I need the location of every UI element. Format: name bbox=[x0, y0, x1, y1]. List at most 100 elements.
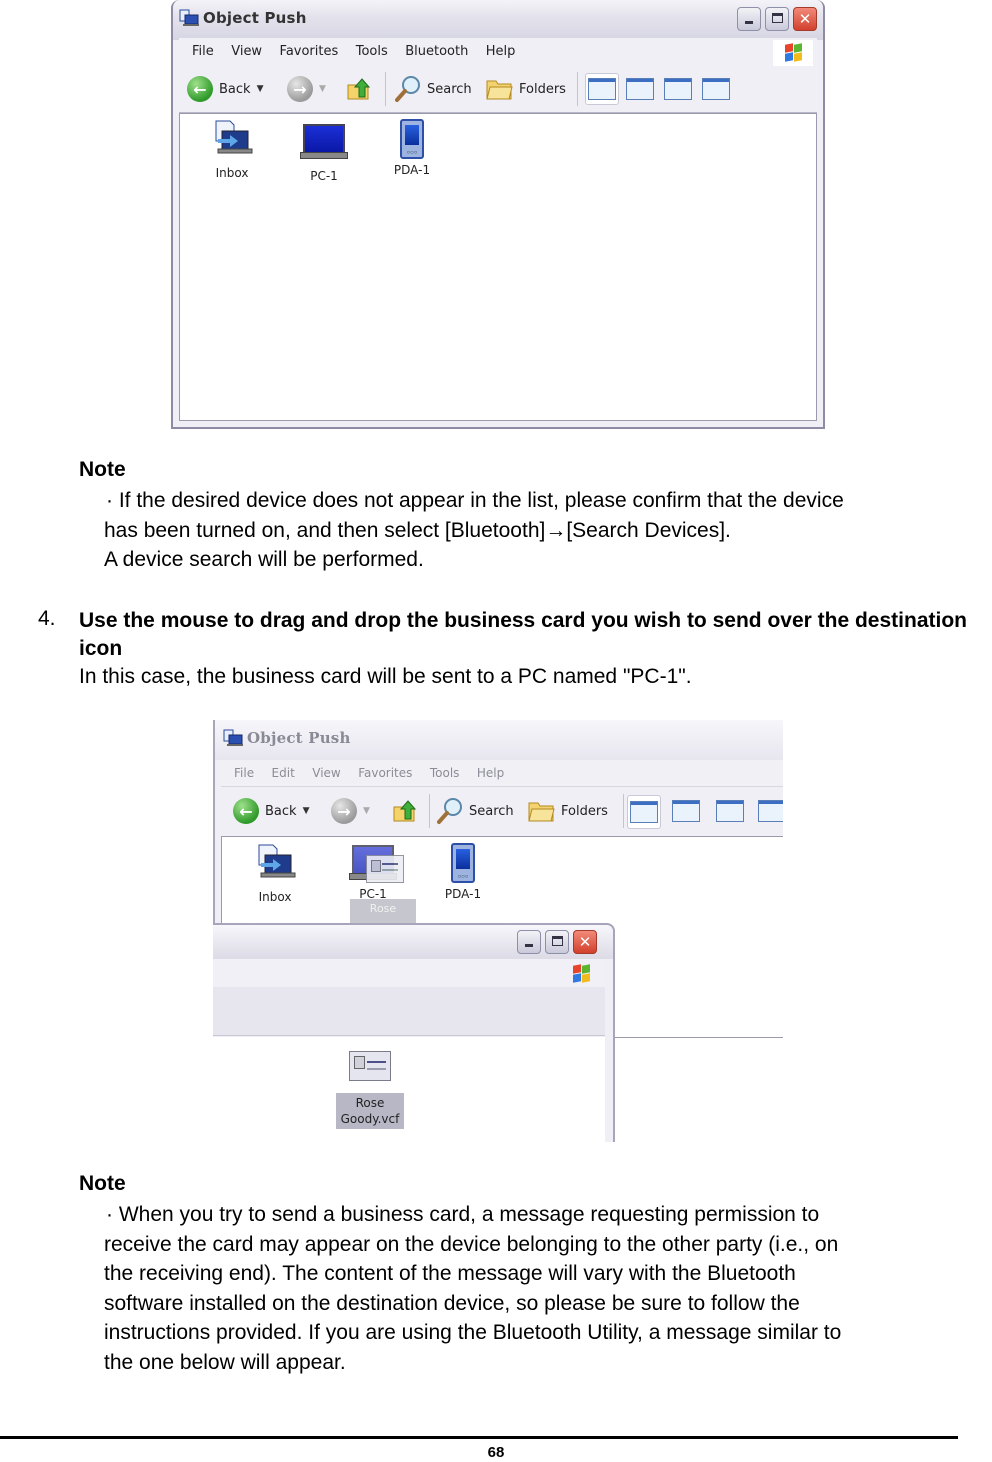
minimize-button[interactable] bbox=[737, 7, 761, 31]
view-thumbnails-button[interactable] bbox=[627, 795, 661, 829]
forward-button[interactable]: → ▼ bbox=[287, 74, 326, 104]
toolbar-separator bbox=[429, 794, 430, 828]
note-line: receive the card may appear on the devic… bbox=[104, 1232, 839, 1256]
view-details-button[interactable] bbox=[699, 73, 733, 105]
device-item-pc-1-drop-target[interactable]: PC-1 bbox=[338, 845, 408, 901]
device-item-pc-1[interactable]: PC-1 bbox=[289, 122, 359, 183]
menu-help[interactable]: Help bbox=[486, 38, 516, 66]
maximize-icon bbox=[772, 13, 783, 23]
menu-bar bbox=[213, 959, 605, 988]
search-button[interactable]: Search bbox=[393, 74, 472, 104]
minimize-icon bbox=[525, 944, 533, 947]
note-line: A device search will be performed. bbox=[104, 548, 424, 571]
menu-help[interactable]: Help bbox=[477, 760, 504, 786]
bluetooth-folder-icon bbox=[179, 9, 199, 26]
menu-file[interactable]: File bbox=[234, 760, 254, 786]
page-number: 68 bbox=[487, 1444, 505, 1461]
note-line: instructions provided. If you are using … bbox=[104, 1321, 842, 1344]
toolbar: ← Back ▼ → ▼ Search Folders bbox=[179, 66, 817, 113]
bluetooth-folder-icon bbox=[223, 729, 243, 746]
file-item-rose-goody-vcf[interactable]: Rose Goody.vcf bbox=[333, 1051, 407, 1129]
menu-bluetooth[interactable]: Bluetooth bbox=[405, 38, 468, 66]
back-arrow-icon: ← bbox=[233, 798, 259, 824]
file-label: Rose Goody.vcf bbox=[336, 1093, 404, 1129]
device-item-pda-1[interactable]: PDA-1 bbox=[377, 119, 447, 177]
view-tiles-icon bbox=[626, 78, 654, 100]
back-arrow-icon: ← bbox=[187, 76, 213, 102]
view-icons-button[interactable] bbox=[661, 73, 695, 105]
minimize-button[interactable] bbox=[517, 930, 541, 954]
toolbar-separator bbox=[385, 72, 386, 106]
back-button[interactable]: ← Back ▼ bbox=[233, 796, 309, 826]
view-details-icon bbox=[702, 78, 730, 100]
back-dropdown-icon[interactable]: ▼ bbox=[303, 806, 310, 816]
back-label: Back bbox=[219, 81, 251, 97]
menu-edit[interactable]: Edit bbox=[272, 760, 295, 786]
up-folder-icon bbox=[347, 78, 371, 100]
note-line: · When you try to send a business card, … bbox=[106, 1203, 820, 1226]
folders-label: Folders bbox=[561, 803, 608, 819]
back-dropdown-icon[interactable]: ▼ bbox=[257, 84, 264, 94]
menu-favorites[interactable]: Favorites bbox=[358, 760, 412, 786]
back-label: Back bbox=[265, 803, 297, 819]
forward-button[interactable]: → ▼ bbox=[331, 796, 370, 826]
note-line: the receiving end). The content of the m… bbox=[104, 1262, 796, 1285]
view-tiles-button[interactable] bbox=[669, 795, 703, 827]
device-label: PDA-1 bbox=[393, 163, 431, 177]
search-label: Search bbox=[469, 803, 514, 819]
inbox-icon bbox=[258, 844, 296, 878]
drag-ghost-text: Rose bbox=[369, 902, 397, 915]
menu-file[interactable]: File bbox=[192, 38, 214, 66]
title-bar[interactable]: Object Push ✕ bbox=[173, 0, 823, 40]
menu-favorites[interactable]: Favorites bbox=[280, 38, 339, 66]
step-number: 4. bbox=[38, 607, 56, 630]
folders-button[interactable]: Folders bbox=[485, 74, 566, 104]
menu-view[interactable]: View bbox=[231, 38, 262, 66]
laptop-icon bbox=[289, 122, 359, 159]
view-details-button[interactable] bbox=[755, 795, 783, 827]
laptop-icon bbox=[338, 845, 408, 883]
menu-bar: File View Favorites Tools Bluetooth Help bbox=[179, 38, 817, 67]
close-button[interactable]: ✕ bbox=[793, 7, 817, 31]
search-button[interactable]: Search bbox=[435, 796, 514, 826]
file-list: Rose Goody.vcf bbox=[213, 1037, 605, 1142]
file-label-line: Rose bbox=[355, 1096, 385, 1110]
folders-icon bbox=[528, 802, 555, 822]
close-icon: ✕ bbox=[578, 933, 592, 951]
note-line: the one below will appear. bbox=[104, 1350, 346, 1374]
view-thumbnails-button[interactable] bbox=[585, 73, 619, 105]
view-thumbnails-icon bbox=[588, 78, 616, 100]
device-label: Inbox bbox=[258, 890, 292, 904]
file-label-line: Goody.vcf bbox=[340, 1112, 400, 1126]
up-folder-button[interactable] bbox=[345, 74, 373, 104]
title-bar[interactable]: ✕ bbox=[213, 925, 613, 959]
windows-logo-icon bbox=[561, 961, 601, 987]
device-label: PDA-1 bbox=[444, 887, 482, 901]
search-icon bbox=[395, 76, 420, 102]
menu-view[interactable]: View bbox=[312, 760, 340, 786]
device-item-pda-1[interactable]: PDA-1 bbox=[428, 843, 498, 901]
view-thumbnails-icon bbox=[630, 801, 658, 823]
maximize-button[interactable] bbox=[545, 930, 569, 954]
device-item-inbox[interactable]: Inbox bbox=[197, 119, 267, 180]
view-icons-button[interactable] bbox=[713, 795, 747, 827]
up-folder-button[interactable] bbox=[391, 796, 419, 826]
view-tiles-button[interactable] bbox=[623, 73, 657, 105]
toolbar bbox=[213, 987, 605, 1036]
folders-button[interactable]: Folders bbox=[527, 796, 608, 826]
close-button[interactable]: ✕ bbox=[573, 930, 597, 954]
menu-tools[interactable]: Tools bbox=[356, 38, 388, 66]
back-button[interactable]: ← Back ▼ bbox=[187, 74, 263, 104]
search-label: Search bbox=[427, 81, 472, 97]
menu-bar: File Edit View Favorites Tools Help bbox=[221, 760, 783, 787]
note-heading: Note bbox=[79, 458, 126, 481]
maximize-button[interactable] bbox=[765, 7, 789, 31]
menu-tools[interactable]: Tools bbox=[430, 760, 460, 786]
view-tiles-icon bbox=[672, 800, 700, 822]
device-item-inbox[interactable]: Inbox bbox=[240, 843, 310, 904]
title-bar[interactable]: Object Push bbox=[215, 720, 783, 760]
footer-divider bbox=[0, 1436, 958, 1439]
drag-drop-screenshot: Object Push File Edit View Favorites Too… bbox=[213, 720, 783, 1142]
drag-ghost-label: Rose bbox=[350, 899, 416, 923]
object-push-window-1: Object Push ✕ File View Favorites Tools … bbox=[171, 0, 825, 429]
